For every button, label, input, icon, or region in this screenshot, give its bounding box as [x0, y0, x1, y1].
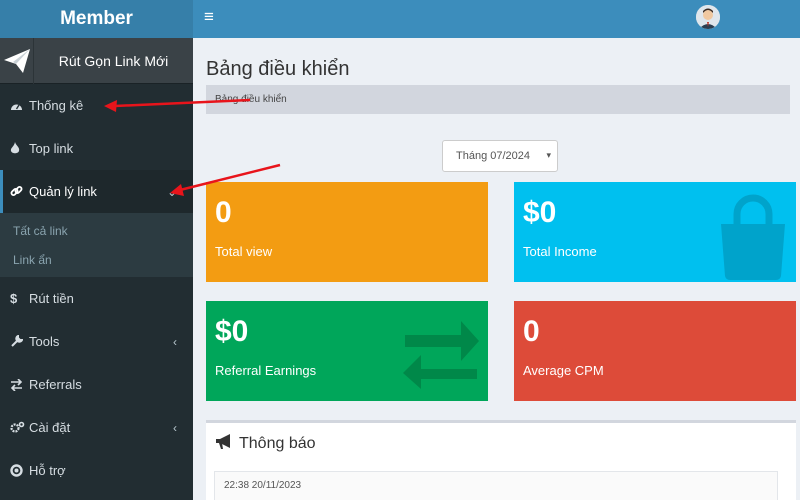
sidebar-item-referrals[interactable]: Referrals: [0, 363, 193, 406]
main-content: Bảng điều khiển Bảng điều khiển Tháng 07…: [193, 38, 800, 500]
sidebar-item-label: Quản lý link: [29, 184, 97, 199]
new-shortlink-button[interactable]: Rút Gọn Link Mới: [0, 37, 193, 84]
shopping-bag-icon: [717, 192, 789, 282]
brand-logo[interactable]: Member: [0, 0, 193, 38]
sidebar-item-label: Referrals: [29, 377, 82, 392]
sidebar: Member Rút Gọn Link Mới Thống kê Top lin…: [0, 0, 193, 500]
chevron-down-icon: ⌄: [166, 184, 177, 199]
notice-title: Thông báo: [239, 435, 316, 452]
sidebar-item-label: Hỗ trợ: [29, 463, 66, 478]
sidebar-item-label: Cài đặt: [29, 420, 71, 435]
stat-value: $0: [215, 315, 249, 348]
notice-timestamp: 22:38 20/11/2023: [224, 480, 302, 491]
dollar-icon: $: [10, 291, 18, 306]
sidebar-item-support[interactable]: Hỗ trợ: [0, 449, 193, 492]
stat-label: Average CPM: [523, 363, 604, 378]
sidebar-item-label: Top link: [29, 141, 74, 156]
notice-item: 22:38 20/11/2023: [214, 471, 778, 500]
sidebar-item-tools[interactable]: Tools ‹: [0, 320, 193, 363]
link-icon: [10, 185, 29, 198]
chevron-left-icon: ‹: [173, 334, 177, 349]
sidebar-item-statistics[interactable]: Thống kê: [0, 84, 193, 127]
breadcrumb: Bảng điều khiển: [206, 85, 790, 114]
exchange-icon: [401, 317, 481, 394]
support-icon: [10, 464, 29, 477]
megaphone-icon: [215, 434, 233, 454]
page-title: Bảng điều khiển: [206, 58, 350, 80]
paper-plane-icon: [0, 37, 34, 84]
sidebar-item-label: Tools: [29, 334, 60, 349]
notice-header: Thông báo: [215, 434, 316, 454]
chevron-left-icon: ‹: [173, 420, 177, 435]
hamburger-icon[interactable]: ≡: [204, 7, 214, 27]
submenu-manage-links: Tất cả link Link ẩn: [0, 213, 193, 277]
stat-box-total-view: 0 Total view: [206, 182, 488, 282]
notice-panel: Thông báo 22:38 20/11/2023: [206, 420, 796, 500]
sidebar-item-withdraw[interactable]: $ Rút tiền: [0, 277, 193, 320]
sidebar-item-label: Thống kê: [29, 98, 84, 113]
new-shortlink-label: Rút Gọn Link Mới: [58, 52, 169, 69]
stat-label: Total Income: [523, 244, 597, 259]
sidebar-item-top-link[interactable]: Top link: [0, 127, 193, 170]
stat-box-average-cpm: 0 Average CPM: [514, 301, 796, 401]
sidebar-item-settings[interactable]: Cài đặt ‹: [0, 406, 193, 449]
submenu-item-hidden-links[interactable]: Link ẩn: [0, 245, 193, 274]
stat-value: 0: [215, 196, 232, 229]
sidebar-item-label: Rút tiền: [29, 291, 74, 306]
wrench-icon: [10, 335, 29, 348]
sidebar-item-manage-links[interactable]: Quản lý link ⌄: [0, 170, 193, 213]
exchange-icon: [10, 378, 29, 391]
submenu-item-all-links[interactable]: Tất cả link: [0, 216, 193, 245]
fire-icon: [10, 142, 29, 155]
stat-box-total-income: $0 Total Income: [514, 182, 796, 282]
cogs-icon: [10, 421, 29, 434]
stat-label: Total view: [215, 244, 273, 259]
dashboard-icon: [10, 100, 29, 112]
stat-value: $0: [523, 196, 557, 229]
month-select[interactable]: Tháng 07/2024 ▾: [442, 140, 558, 172]
chevron-down-icon: ▾: [546, 150, 551, 160]
stat-box-referral-earnings: $0 Referral Earnings: [206, 301, 488, 401]
stat-value: 0: [523, 315, 540, 348]
month-select-value: Tháng 07/2024: [456, 150, 531, 162]
top-navbar: ≡: [193, 0, 800, 38]
breadcrumb-item[interactable]: Bảng điều khiển: [215, 94, 287, 105]
avatar[interactable]: [696, 5, 720, 29]
stat-label: Referral Earnings: [215, 363, 317, 378]
